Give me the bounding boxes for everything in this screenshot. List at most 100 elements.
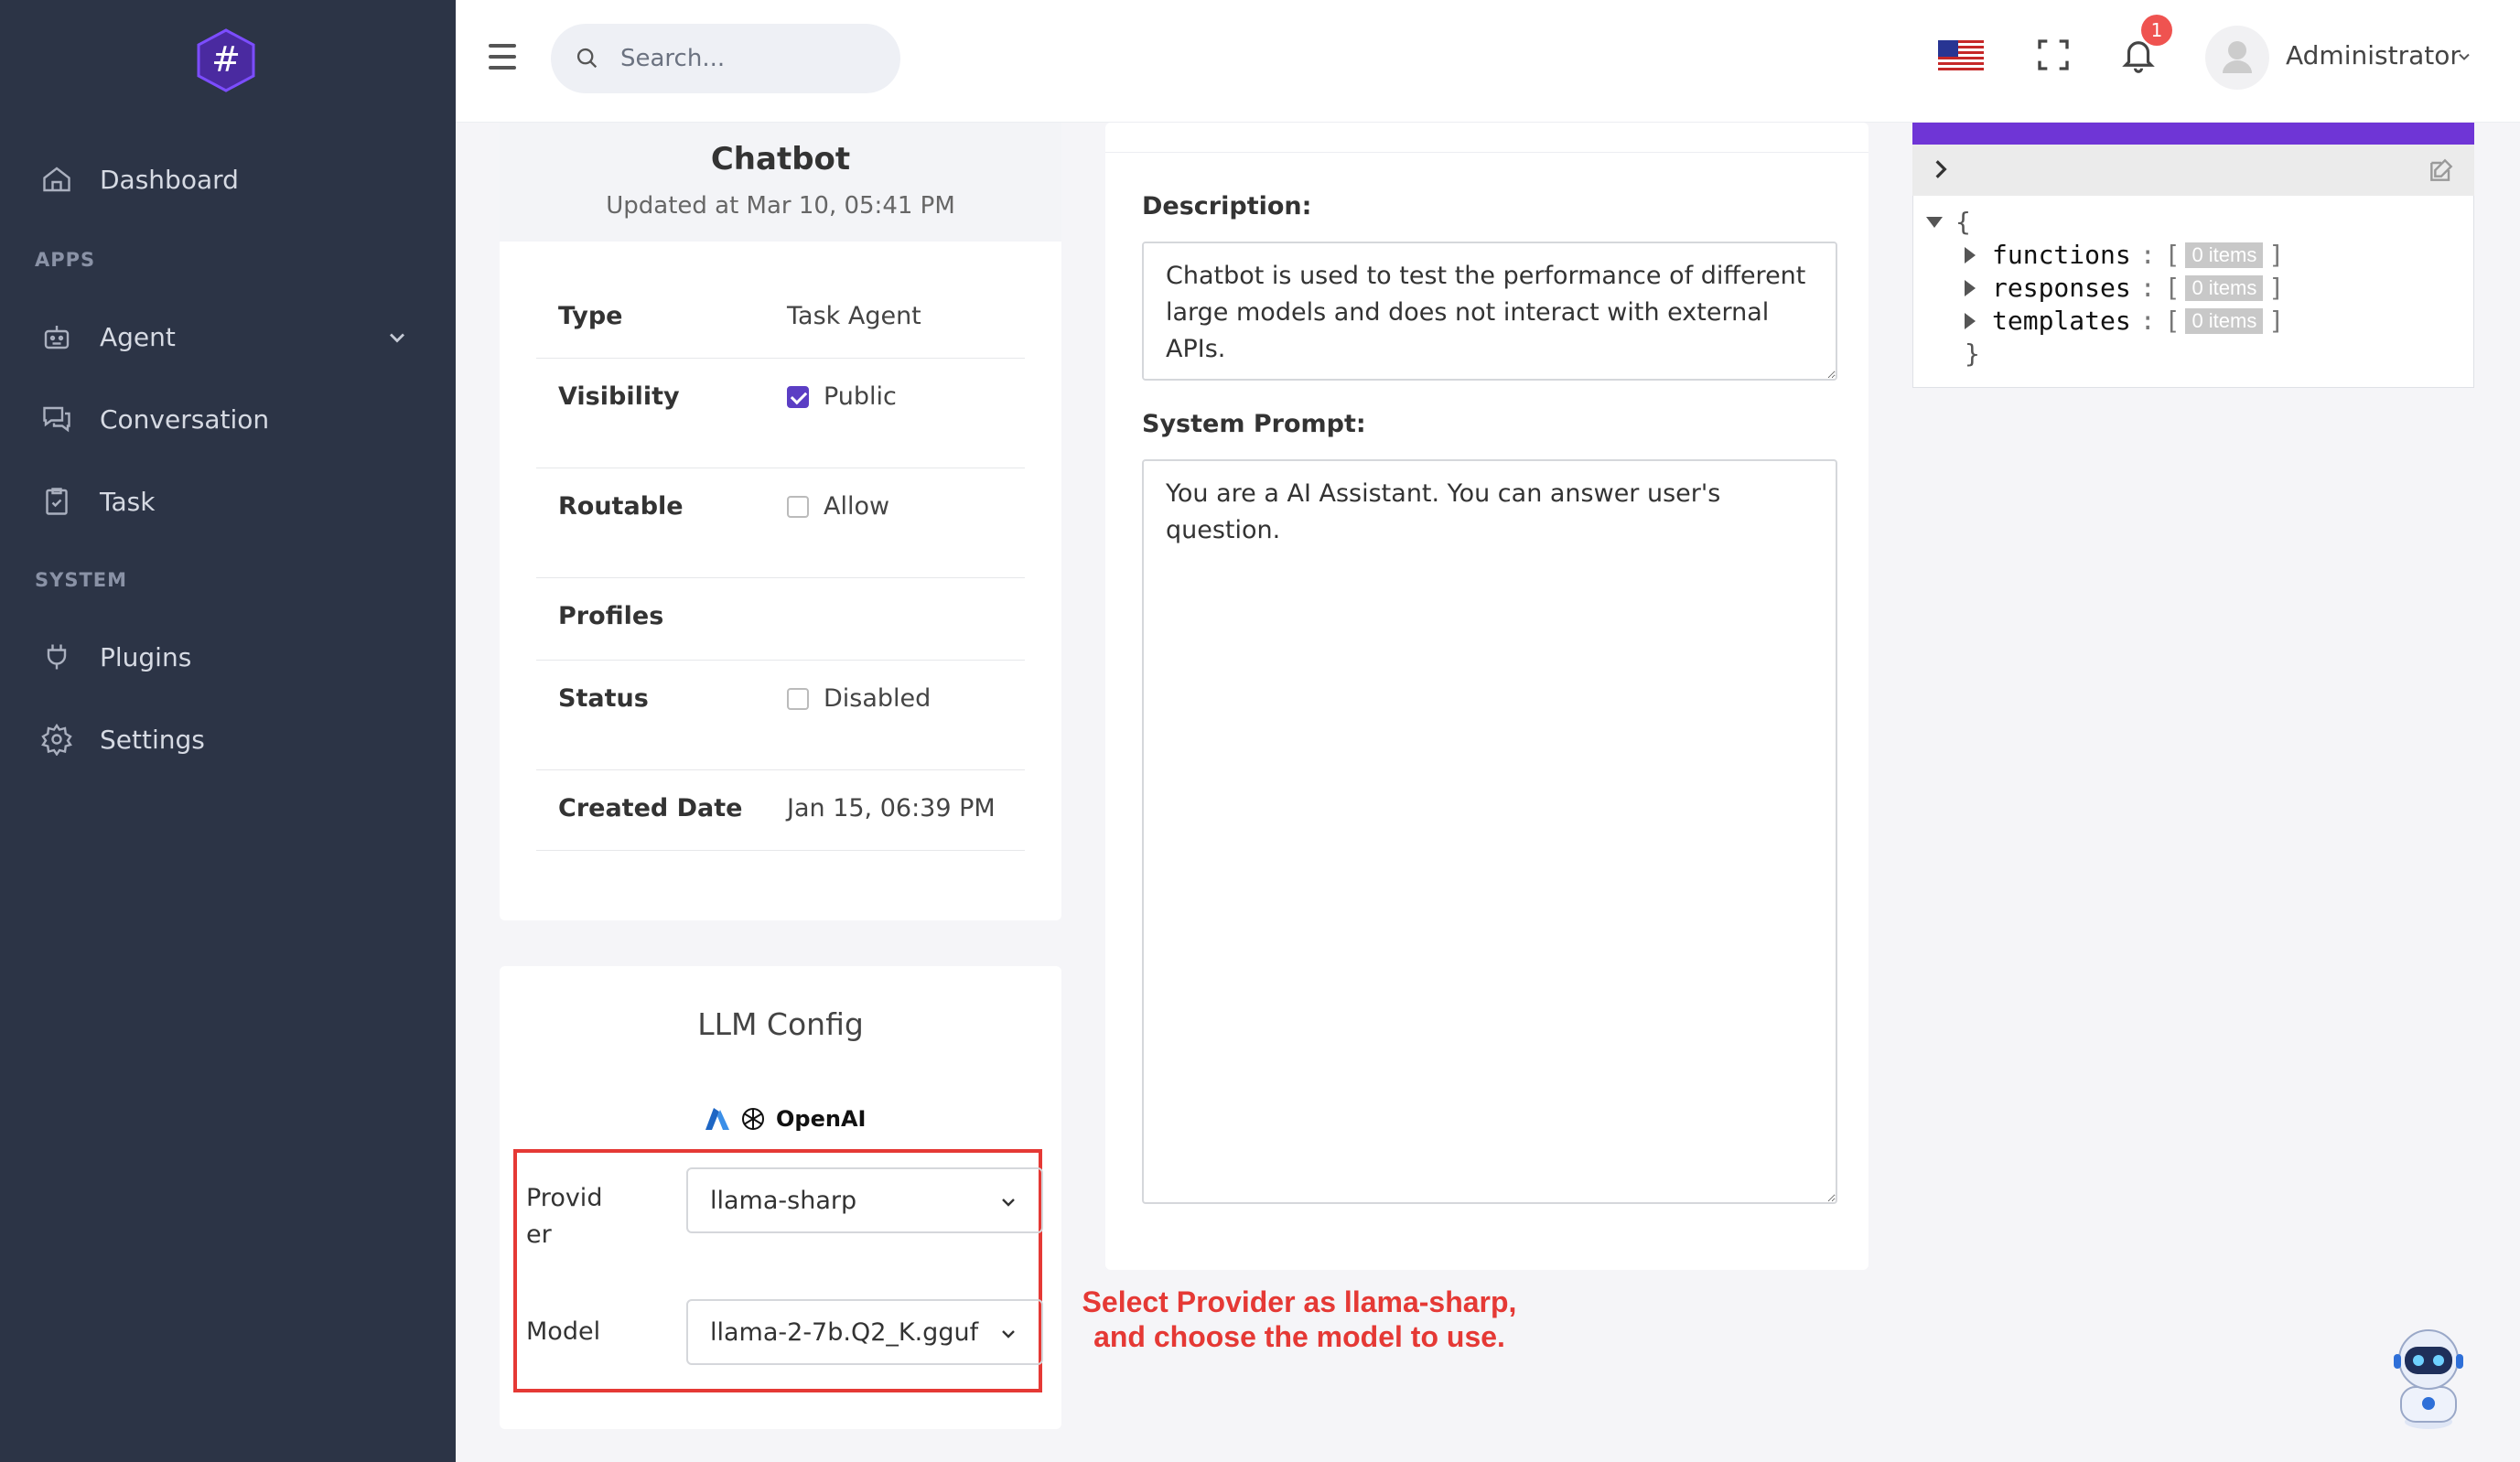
sidebar-section-system: SYSTEM (35, 569, 128, 591)
chat-icon (43, 406, 70, 433)
fullscreen-icon[interactable] (2035, 37, 2072, 73)
created-date-value: Jan 15, 06:39 PM (787, 794, 996, 822)
search-input[interactable] (620, 45, 849, 72)
items-count-badge: 0 items (2185, 242, 2264, 268)
sidebar-item-label: Agent (100, 321, 176, 352)
svg-text:#: # (211, 39, 241, 80)
notification-badge: 1 (2141, 15, 2172, 46)
agent-overview-card: Chatbot Updated at Mar 10, 05:41 PM Type… (500, 123, 1061, 920)
sidebar-item-label: Task (100, 486, 156, 517)
chevron-down-icon[interactable] (384, 325, 410, 350)
gear-icon (41, 723, 72, 756)
model-label: Model (526, 1317, 601, 1346)
plug-icon (47, 644, 67, 670)
json-panel-tabbar (1912, 123, 2474, 145)
search-icon (576, 48, 598, 69)
json-panel-toolbar (1912, 145, 2474, 196)
visibility-checkbox[interactable]: Public (787, 382, 897, 411)
sidebar-item-dashboard[interactable]: Dashboard (40, 152, 239, 207)
edit-icon[interactable] (2427, 156, 2456, 185)
sidebar-item-label: Plugins (100, 641, 192, 672)
status-checkbox[interactable]: Disabled (787, 684, 931, 713)
divider (1105, 152, 1868, 153)
sidebar-item-label: Dashboard (100, 164, 239, 195)
json-key: functions (1992, 240, 2131, 270)
created-date-label: Created Date (558, 794, 743, 822)
agent-details-card: Description: Chatbot is used to test the… (1105, 123, 1868, 1270)
visibility-value: Public (824, 382, 897, 411)
routable-value: Allow (824, 492, 890, 521)
avatar[interactable] (2205, 26, 2269, 90)
model-selected-value: llama-2-7b.Q2_K.gguf (710, 1317, 979, 1347)
agent-name: Chatbot (710, 141, 851, 177)
type-value: Task Agent (787, 302, 921, 330)
sidebar-item-label: Settings (100, 724, 205, 755)
json-key: templates (1992, 306, 2131, 336)
chevron-right-icon[interactable] (1929, 157, 1953, 181)
description-textarea[interactable]: Chatbot is used to test the performance … (1142, 242, 1837, 381)
llm-config-card: LLM Config OpenAI Provid er llama-sharp … (500, 966, 1061, 1429)
menu-toggle-icon[interactable] (489, 44, 516, 70)
model-select[interactable]: llama-2-7b.Q2_K.gguf (686, 1299, 1043, 1365)
llm-config-title: LLM Config (697, 1006, 864, 1042)
robot-icon (44, 326, 70, 349)
sidebar-item-settings[interactable]: Settings (40, 712, 205, 767)
chevron-down-icon[interactable] (2455, 48, 2473, 66)
type-label: Type (558, 302, 623, 330)
status-value: Disabled (824, 684, 932, 713)
json-close-line: } (1965, 339, 1980, 369)
expand-triangle-icon[interactable] (1965, 279, 1976, 296)
sidebar-item-agent[interactable]: Agent (40, 309, 176, 364)
sidebar: # Dashboard APPS Agent Conversation Task… (0, 0, 456, 1462)
app-logo-icon[interactable]: # (193, 27, 259, 93)
field-row-profiles: Profiles (536, 578, 1025, 661)
system-prompt-textarea[interactable]: You are a AI Assistant. You can answer u… (1142, 459, 1837, 1204)
annotation-text: Select Provider as llama-sharp, and choo… (1082, 1285, 1517, 1353)
field-row-status: Status Disabled (536, 661, 1025, 770)
azure-icon (705, 1108, 729, 1130)
provider-selected-value: llama-sharp (710, 1186, 857, 1215)
checkbox-checked-icon[interactable] (787, 385, 809, 408)
collapse-triangle-icon[interactable] (1926, 216, 1943, 228)
json-row-responses[interactable]: responses : [ 0 items ] (1965, 273, 2284, 303)
user-name[interactable]: Administrator (2286, 40, 2461, 70)
json-row-templates[interactable]: templates : [ 0 items ] (1965, 306, 2284, 336)
agent-updated-at: Updated at Mar 10, 05:41 PM (606, 192, 955, 220)
json-root-line[interactable]: { (1926, 207, 1971, 237)
sidebar-item-task[interactable]: Task (40, 474, 155, 529)
visibility-label: Visibility (558, 382, 680, 411)
field-row-visibility: Visibility Public (536, 359, 1025, 468)
sidebar-item-conversation[interactable]: Conversation (40, 392, 269, 446)
routable-label: Routable (558, 492, 684, 521)
home-icon (43, 167, 70, 192)
chevron-down-icon (1002, 1199, 1015, 1207)
status-label: Status (558, 684, 649, 713)
search-box[interactable] (551, 24, 900, 93)
expand-triangle-icon[interactable] (1965, 312, 1976, 329)
provider-label: Provid er (526, 1184, 603, 1249)
checkbox-unchecked-icon[interactable] (787, 495, 809, 518)
description-label: Description: (1142, 192, 1312, 220)
json-viewer: { functions : [ 0 items ] responses : [ … (1912, 196, 2474, 388)
expand-triangle-icon[interactable] (1965, 246, 1976, 263)
sidebar-section-apps: APPS (35, 249, 96, 271)
items-count-badge: 0 items (2185, 274, 2264, 301)
sidebar-item-label: Conversation (100, 403, 270, 435)
us-flag-icon[interactable] (1938, 40, 1984, 73)
clipboard-check-icon (46, 488, 68, 515)
routable-checkbox[interactable]: Allow (787, 492, 889, 521)
checkbox-unchecked-icon[interactable] (787, 687, 809, 710)
provider-model-highlight-box: Provid er llama-sharp Model llama-2-7b.Q… (513, 1149, 1043, 1392)
chevron-down-icon (1002, 1330, 1015, 1338)
sidebar-item-plugins[interactable]: Plugins (40, 629, 191, 684)
profiles-label: Profiles (558, 602, 664, 630)
json-key: responses (1992, 273, 2131, 303)
chatbot-assistant-icon[interactable] (2385, 1323, 2472, 1433)
json-row-functions[interactable]: functions : [ 0 items ] (1965, 240, 2284, 270)
openai-icon (742, 1108, 764, 1130)
field-row-created-date: Created Date Jan 15, 06:39 PM (536, 770, 1025, 851)
openai-logo-text: OpenAI (776, 1106, 867, 1132)
user-icon (2223, 41, 2252, 73)
provider-select[interactable]: llama-sharp (686, 1167, 1043, 1233)
agent-card-header: Chatbot Updated at Mar 10, 05:41 PM (500, 123, 1061, 242)
